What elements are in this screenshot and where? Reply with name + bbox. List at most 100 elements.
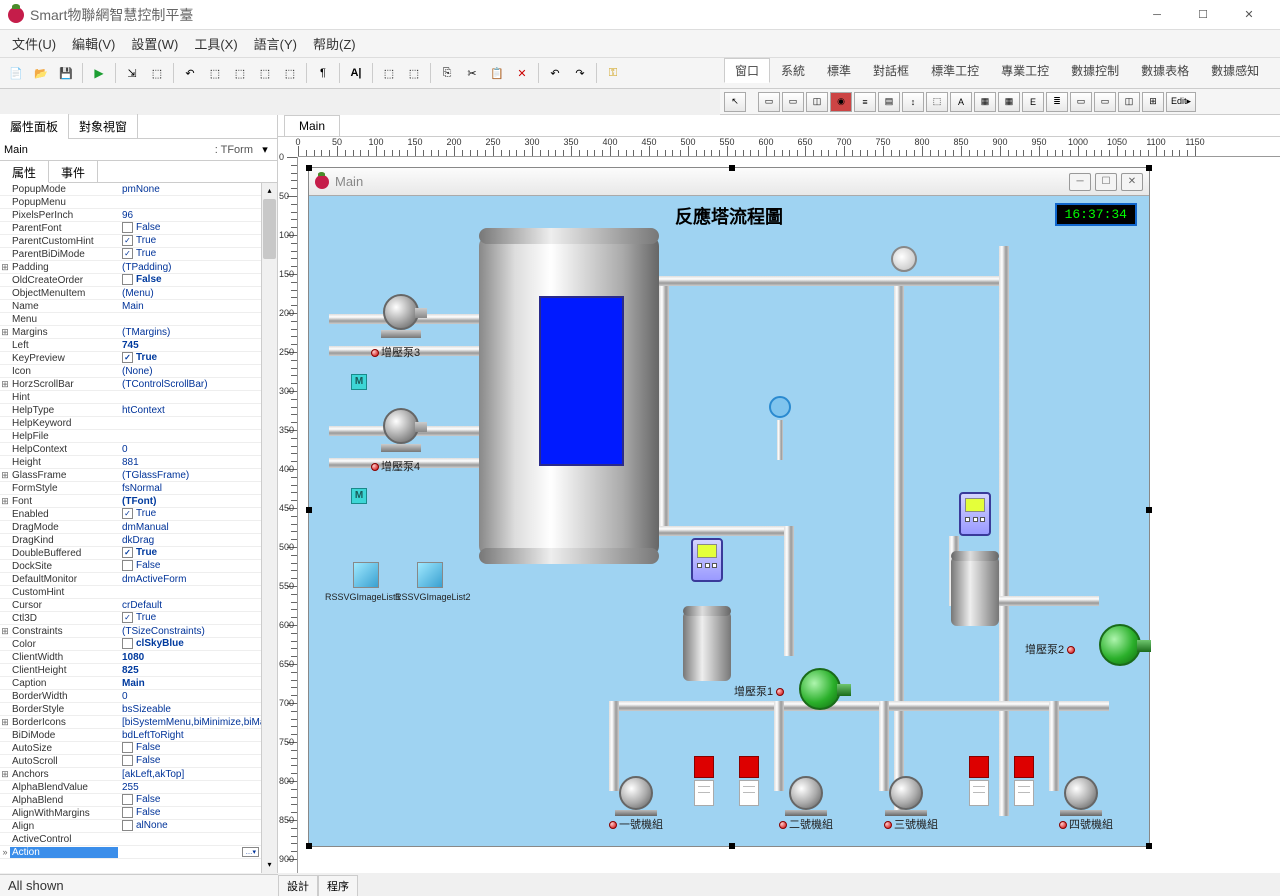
property-row[interactable]: HelpKeyword [0, 417, 277, 430]
property-row[interactable]: AlignalNone [0, 820, 277, 833]
comp-5[interactable]: ≡ [854, 92, 876, 112]
controller-1[interactable] [691, 538, 723, 582]
m-box-2[interactable]: M [351, 488, 367, 504]
menu-edit[interactable]: 編輯(V) [64, 30, 123, 57]
pump-4[interactable] [383, 408, 419, 444]
comp-15[interactable]: ▭ [1094, 92, 1116, 112]
save-button[interactable]: 💾 [54, 62, 78, 84]
minimize-button[interactable]: ─ [1134, 0, 1180, 30]
property-row[interactable]: Hint [0, 391, 277, 404]
reactor-tank[interactable] [479, 236, 659, 556]
menu-file[interactable]: 文件(U) [4, 30, 64, 57]
property-row[interactable]: NameMain [0, 300, 277, 313]
comp-edit[interactable]: Edit▸ [1166, 92, 1196, 112]
property-row[interactable]: BiDiModebdLeftToRight [0, 729, 277, 742]
tab-objects[interactable]: 對象視窗 [69, 114, 138, 139]
comp-9[interactable]: A [950, 92, 972, 112]
property-row[interactable]: HelpTypehtContext [0, 404, 277, 417]
tab-design[interactable]: 設計 [278, 875, 318, 896]
machine-1-switch[interactable] [694, 756, 714, 778]
property-row[interactable]: DragKinddkDrag [0, 534, 277, 547]
comp-tab-pro-ctrl[interactable]: 專業工控 [990, 58, 1060, 83]
scrollbar-thumb[interactable] [263, 199, 276, 259]
machine-3-switch[interactable] [969, 756, 989, 778]
comp-11[interactable]: ▦ [998, 92, 1020, 112]
property-row[interactable]: Menu [0, 313, 277, 326]
imagelist-1[interactable] [353, 562, 379, 588]
tool-7[interactable]: ⬚ [278, 62, 302, 84]
property-row[interactable]: Ctl3D✓True [0, 612, 277, 625]
property-row[interactable]: ClientWidth1080 [0, 651, 277, 664]
tool-6[interactable]: ⬚ [253, 62, 277, 84]
machine-1-pump[interactable] [619, 776, 653, 810]
object-selector[interactable]: : TForm ▾ [0, 139, 277, 161]
property-row[interactable]: ParentBiDiMode✓True [0, 248, 277, 261]
property-row[interactable]: ⊞BorderIcons[biSystemMenu,biMinimize,biM… [0, 716, 277, 729]
property-row[interactable]: CaptionMain [0, 677, 277, 690]
property-row[interactable]: ⊞Font(TFont) [0, 495, 277, 508]
property-row[interactable]: ⊞HorzScrollBar(TControlScrollBar) [0, 378, 277, 391]
property-row[interactable]: BorderStylebsSizeable [0, 703, 277, 716]
comp-8[interactable]: ⬚ [926, 92, 948, 112]
property-row[interactable]: ObjectMenuItem(Menu) [0, 287, 277, 300]
comp-tab-data-ctrl[interactable]: 數據控制 [1060, 58, 1130, 83]
comp-tab-dialog[interactable]: 對話框 [862, 58, 920, 83]
comp-1[interactable]: ▭ [758, 92, 780, 112]
delete-button[interactable]: ✕ [510, 62, 534, 84]
cylinder-2[interactable] [951, 556, 999, 626]
scrollbar[interactable]: ▴ ▾ [261, 183, 277, 873]
property-row[interactable]: »Action…▾ [0, 846, 277, 859]
property-row[interactable]: Height881 [0, 456, 277, 469]
property-row[interactable]: ⊞Anchors[akLeft,akTop] [0, 768, 277, 781]
object-dropdown[interactable]: ▾ [257, 143, 273, 156]
property-row[interactable]: ⊞Padding(TPadding) [0, 261, 277, 274]
comp-3[interactable]: ◫ [806, 92, 828, 112]
property-row[interactable]: HelpContext0 [0, 443, 277, 456]
tool-3[interactable]: ↶ [178, 62, 202, 84]
property-row[interactable]: AlphaBlendValue255 [0, 781, 277, 794]
menu-help[interactable]: 帮助(Z) [305, 30, 364, 57]
property-row[interactable]: KeyPreview✓True [0, 352, 277, 365]
comp-4[interactable]: ◉ [830, 92, 852, 112]
tool-tab[interactable]: ¶ [311, 62, 335, 84]
tool-4[interactable]: ⬚ [203, 62, 227, 84]
pump-1[interactable] [799, 668, 841, 710]
comp-7[interactable]: ↕ [902, 92, 924, 112]
tab-code[interactable]: 程序 [318, 875, 358, 896]
property-row[interactable]: OldCreateOrderFalse [0, 274, 277, 287]
property-row[interactable]: ColorclSkyBlue [0, 638, 277, 651]
property-row[interactable]: PixelsPerInch96 [0, 209, 277, 222]
paste-button[interactable]: 📋 [485, 62, 509, 84]
object-name-input[interactable] [4, 144, 215, 156]
valve-handle[interactable] [769, 396, 791, 418]
property-row[interactable]: BorderWidth0 [0, 690, 277, 703]
form-min[interactable]: ─ [1069, 173, 1091, 191]
undo-button[interactable]: ↶ [543, 62, 567, 84]
comp-13[interactable]: ≣ [1046, 92, 1068, 112]
tool-5[interactable]: ⬚ [228, 62, 252, 84]
property-row[interactable]: DragModedmManual [0, 521, 277, 534]
menu-settings[interactable]: 設置(W) [123, 30, 186, 57]
cut-button[interactable]: ✂ [460, 62, 484, 84]
property-row[interactable]: CustomHint [0, 586, 277, 599]
property-row[interactable]: ⊞Constraints(TSizeConstraints) [0, 625, 277, 638]
machine-3-switch2[interactable] [1014, 756, 1034, 778]
maximize-button[interactable]: ☐ [1180, 0, 1226, 30]
tool-1[interactable]: ⇲ [120, 62, 144, 84]
machine-4-pump[interactable] [1064, 776, 1098, 810]
menu-language[interactable]: 語言(Y) [246, 30, 305, 57]
machine-1-switch2[interactable] [739, 756, 759, 778]
tab-events[interactable]: 事件 [49, 161, 98, 182]
property-row[interactable]: ActiveControl [0, 833, 277, 846]
property-row[interactable]: PopupModepmNone [0, 183, 277, 196]
form-tab[interactable]: Main [284, 115, 340, 136]
pressure-gauge[interactable] [891, 246, 917, 272]
property-row[interactable]: FormStylefsNormal [0, 482, 277, 495]
controller-2[interactable] [959, 492, 991, 536]
property-row[interactable]: ⊞Margins(TMargins) [0, 326, 277, 339]
comp-16[interactable]: ◫ [1118, 92, 1140, 112]
form-close[interactable]: ✕ [1121, 173, 1143, 191]
designer-form[interactable]: Main ─ ☐ ✕ 反應塔流程圖 16:37:34 [308, 167, 1150, 847]
comp-tab-standard[interactable]: 標準 [816, 58, 862, 83]
property-row[interactable]: DefaultMonitordmActiveForm [0, 573, 277, 586]
